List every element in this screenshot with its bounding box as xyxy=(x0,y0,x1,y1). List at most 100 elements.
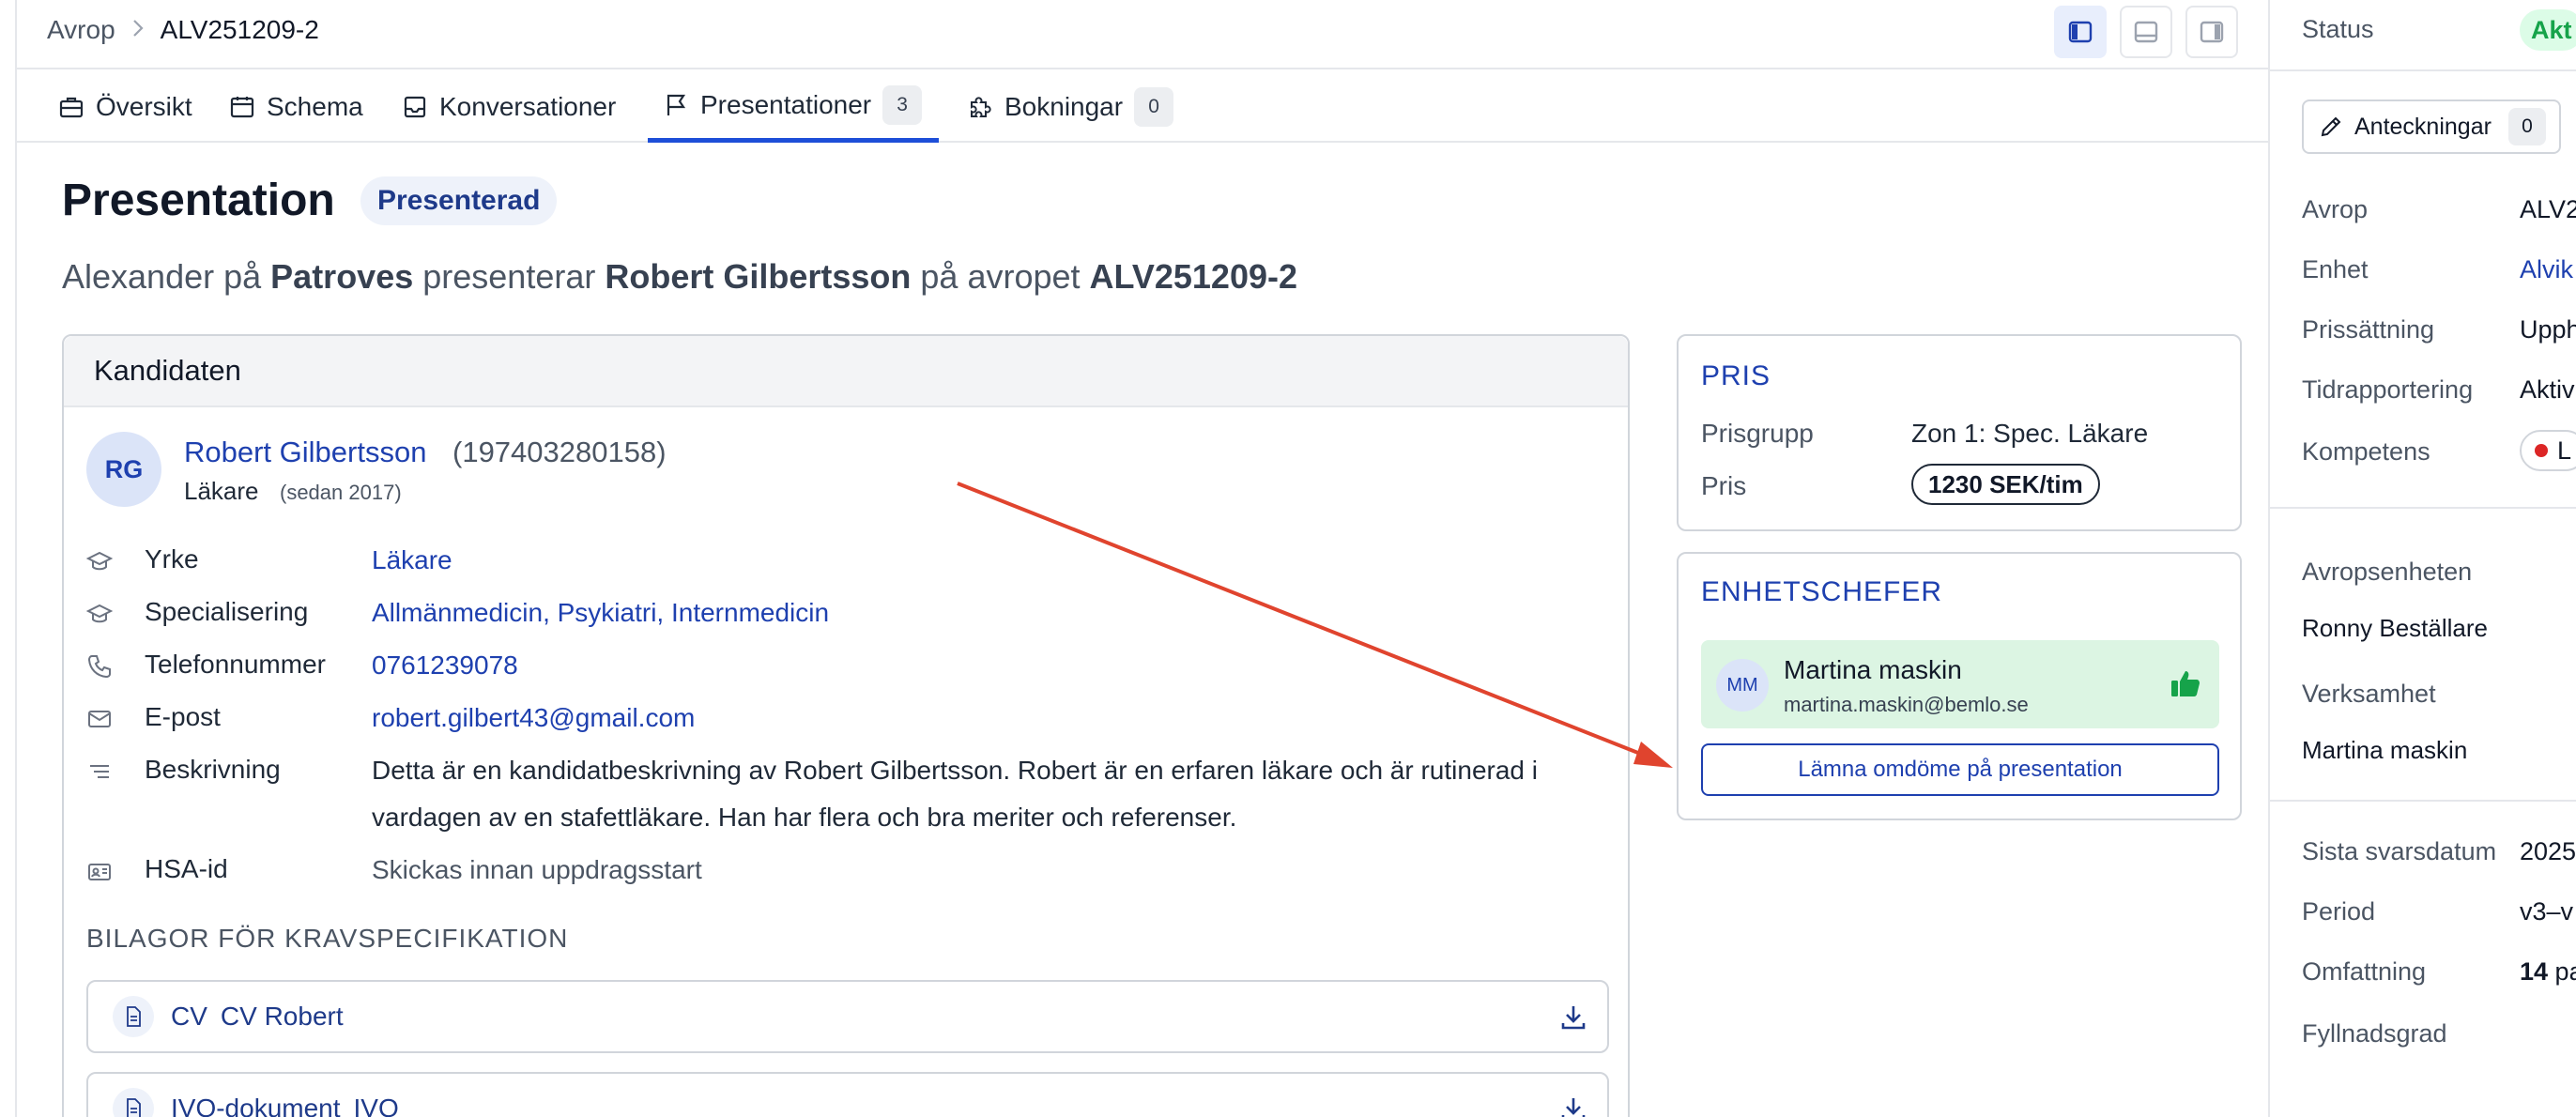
leave-review-button[interactable]: Lämna omdöme på presentation xyxy=(1701,743,2219,796)
page-title: Presentation xyxy=(62,176,335,225)
scope-number: 14 xyxy=(2520,957,2549,986)
price-label: Pris xyxy=(1701,471,1747,500)
attachment-name: IVO xyxy=(353,1094,399,1117)
id-card-icon xyxy=(88,864,111,880)
tab-presentationer[interactable]: Presentationer 3 xyxy=(648,71,940,143)
info-value-link[interactable]: Läkare xyxy=(372,537,1592,584)
candidate-since: (sedan 2017) xyxy=(280,481,402,504)
candidate-name-link[interactable]: Robert Gilbertsson xyxy=(184,436,426,469)
detail-value: v3–v xyxy=(2520,897,2574,926)
notes-button[interactable]: Anteckningar 0 xyxy=(2302,99,2561,154)
attachment-row-ivo[interactable]: IVO-dokument IVO xyxy=(86,1072,1609,1117)
tab-label: Konversationer xyxy=(439,92,617,121)
detail-label: Avrop xyxy=(2302,195,2369,223)
detail-label: Kompetens xyxy=(2302,437,2430,466)
subtitle-order: ALV251209-2 xyxy=(1089,257,1297,296)
detail-value: Upph xyxy=(2520,315,2576,344)
email-link[interactable]: robert.gilbert43@gmail.com xyxy=(372,695,1592,742)
subtitle-company: Patroves xyxy=(270,257,414,296)
attachments-section-title: BILAGOR FÖR KRAVSPECIFIKATION xyxy=(86,924,569,953)
status-badge: Akt xyxy=(2520,9,2576,51)
avatar: MM xyxy=(1716,659,1769,712)
tab-label: Bokningar xyxy=(1004,92,1124,121)
avatar: RG xyxy=(86,432,161,507)
manager-email: martina.maskin@bemlo.se xyxy=(1784,693,2029,716)
description-text: Detta är en kandidatbeskrivning av Rober… xyxy=(372,756,1538,832)
price-group-label: Prisgrupp xyxy=(1701,419,1814,448)
breadcrumb: Avrop ALV251209-2 xyxy=(47,13,319,47)
calendar-icon xyxy=(230,97,254,118)
detail-value: 14 pa xyxy=(2520,957,2576,987)
document-icon xyxy=(113,996,154,1037)
breadcrumb-current: ALV251209-2 xyxy=(160,15,319,44)
price-group-value: Zon 1: Spec. Läkare xyxy=(1911,419,2149,448)
subtitle-text: Alexander på xyxy=(62,257,271,296)
detail-label: Prissättning xyxy=(2302,315,2435,344)
info-value-link[interactable]: Allmänmedicin, Psykiatri, Internmedicin xyxy=(372,589,1592,636)
layout-bottom-panel-button[interactable] xyxy=(2120,6,2172,58)
subtitle-text: presenterar xyxy=(413,257,606,296)
text-lines-icon xyxy=(90,765,109,778)
panel-right-icon xyxy=(2200,21,2224,43)
manager-name: Martina maskin xyxy=(1784,655,1962,684)
main-content: Avrop ALV251209-2 Översikt Schema Konver… xyxy=(15,0,2270,1117)
info-label: HSA-id xyxy=(145,854,228,883)
notes-count-badge: 0 xyxy=(2507,108,2546,145)
phone-icon xyxy=(87,655,111,679)
status-badge: Presenterad xyxy=(360,176,558,225)
detail-value: Ronny Beställare xyxy=(2302,614,2488,642)
status-dot xyxy=(2535,444,2548,457)
layout-toggle-group xyxy=(2054,6,2238,58)
candidate-card: Kandidaten RG Robert Gilbertsson (197403… xyxy=(62,334,1630,1117)
download-icon[interactable] xyxy=(1558,1094,1588,1117)
breadcrumb-parent[interactable]: Avrop xyxy=(47,15,115,45)
competence-value: L xyxy=(2557,436,2572,465)
detail-label: Fyllnadsgrad xyxy=(2302,1019,2447,1048)
panel-left-icon xyxy=(2068,21,2093,43)
candidate-role: Läkare xyxy=(184,477,259,505)
attachment-type: IVO-dokument xyxy=(171,1094,341,1117)
info-label: Beskrivning xyxy=(145,755,281,784)
thumbs-up-icon xyxy=(2171,671,2200,696)
tab-count-badge: 0 xyxy=(1134,87,1174,127)
attachment-name: CV Robert xyxy=(220,1002,344,1031)
divider xyxy=(2270,507,2576,509)
tab-konversationer[interactable]: Konversationer xyxy=(402,71,616,143)
tab-schema[interactable]: Schema xyxy=(229,71,363,143)
attachment-row-cv[interactable]: CV CV Robert xyxy=(86,980,1609,1053)
unit-link[interactable]: Alvik xyxy=(2520,255,2573,284)
detail-label: Avropsenheten xyxy=(2302,558,2473,586)
price-value-pill: 1230 SEK/tim xyxy=(1911,464,2100,505)
notes-label: Anteckningar xyxy=(2354,113,2492,140)
pencil-icon xyxy=(2321,116,2341,137)
graduation-cap-icon xyxy=(86,551,113,571)
detail-label: Verksamhet xyxy=(2302,680,2436,708)
divider xyxy=(2270,800,2576,802)
subtitle-candidate: Robert Gilbertsson xyxy=(605,257,912,296)
detail-value: ALV2 xyxy=(2520,195,2576,223)
detail-label: Tidrapportering xyxy=(2302,375,2474,404)
presentation-subtitle: Alexander på Patroves presenterar Robert… xyxy=(62,257,1297,297)
tab-label: Översikt xyxy=(96,92,192,121)
price-card: PRIS Prisgrupp Zon 1: Spec. Läkare Pris … xyxy=(1677,334,2242,531)
info-label: E-post xyxy=(145,702,221,731)
layout-left-panel-button[interactable] xyxy=(2054,6,2107,58)
info-label: Telefonnummer xyxy=(145,650,326,679)
divider xyxy=(2270,69,2576,71)
details-side-panel: Status Akt Anteckningar 0 Avrop ALV2 Enh… xyxy=(2268,0,2576,1117)
tab-bokningar[interactable]: Bokningar 0 xyxy=(967,71,1174,143)
download-icon[interactable] xyxy=(1558,1002,1588,1033)
detail-value: Martina maskin xyxy=(2302,736,2468,764)
detail-value: 2025 xyxy=(2520,837,2576,865)
layout-right-panel-button[interactable] xyxy=(2185,6,2238,58)
puzzle-icon xyxy=(971,97,991,117)
tab-oversikt[interactable]: Översikt xyxy=(58,71,192,143)
phone-link[interactable]: 0761239078 xyxy=(372,642,1592,689)
top-bar: Avrop ALV251209-2 xyxy=(17,0,2270,69)
info-label: Specialisering xyxy=(145,597,309,626)
panel-bottom-icon xyxy=(2134,21,2158,43)
detail-label: Period xyxy=(2302,897,2376,926)
manager-item: MM Martina maskin martina.maskin@bemlo.s… xyxy=(1701,640,2219,728)
detail-label: Enhet xyxy=(2302,255,2369,283)
chevron-right-icon xyxy=(130,16,146,45)
